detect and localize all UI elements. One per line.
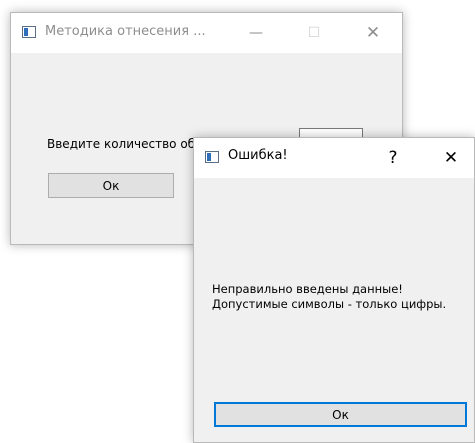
main-window-titlebar[interactable]: Методика отнесения ... — ☐ ✕	[11, 13, 402, 53]
help-icon[interactable]: ?	[373, 138, 413, 178]
close-icon[interactable]: ✕	[353, 13, 393, 53]
main-ok-button[interactable]: Ок	[48, 173, 174, 198]
maximize-icon[interactable]: ☐	[294, 13, 334, 53]
minimize-icon[interactable]: —	[236, 13, 276, 53]
app-window-icon	[22, 26, 36, 38]
error-dialog-title: Ошибка!	[228, 148, 288, 163]
error-ok-button[interactable]: Ок	[214, 402, 467, 427]
app-window-icon	[205, 151, 219, 163]
error-message-line-1: Неправильно введены данные!	[212, 282, 403, 296]
error-dialog: Ошибка! ? ✕ Неправильно введены данные! …	[193, 137, 475, 443]
error-message-line-2: Допустимые символы - только цифры.	[212, 297, 447, 311]
main-window-title: Методика отнесения ...	[45, 24, 206, 39]
close-icon[interactable]: ✕	[431, 138, 471, 178]
error-dialog-titlebar[interactable]: Ошибка! ? ✕	[194, 138, 474, 178]
